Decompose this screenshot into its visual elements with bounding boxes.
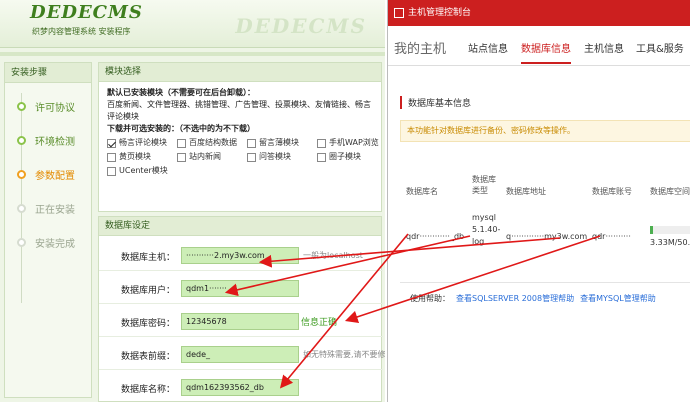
help-divider xyxy=(400,282,690,283)
col-db-address: 数据库地址 xyxy=(506,187,546,196)
db-space-cell: 3.33M/50.0M xyxy=(650,238,690,247)
db-name-row: 数据库名称： qdm162393562_db xyxy=(99,373,383,402)
checkbox-icon[interactable] xyxy=(317,152,326,162)
modules-title: 模块选择 xyxy=(99,63,381,82)
db-user-label: 数据库用户： xyxy=(120,286,175,296)
db-host-input[interactable]: ···········2.my3w.com xyxy=(181,247,299,264)
console-title: 主机管理控制台 xyxy=(408,8,472,18)
col-db-account: 数据库账号 xyxy=(592,187,632,196)
db-account-cell: qdr·········· xyxy=(592,232,631,241)
module-checkbox-yellowpages[interactable]: 黄页模块 xyxy=(107,151,177,163)
step-config: 参数配置 xyxy=(17,167,75,182)
module-checkbox-guestbook[interactable]: 留言薄模块 xyxy=(247,137,317,149)
header-divider xyxy=(0,52,385,56)
db-space-fill xyxy=(650,226,653,234)
db-password-row: 数据库密码： 12345678 信息正确 xyxy=(99,307,383,337)
default-modules-label: 默认已安装模块（不需要可在后台卸载）： xyxy=(107,88,255,97)
steps-title: 安装步骤 xyxy=(5,63,91,83)
db-type-cell: mysql 5.1.40-log xyxy=(472,213,501,246)
db-prefix-row: 数据表前缀： dede_ 如无特殊需要,请不要修改 xyxy=(99,340,385,370)
tab-my-host[interactable]: 我的主机 xyxy=(394,38,446,57)
steps-timeline xyxy=(21,93,22,303)
module-checkbox-wap[interactable]: 手机WAP浏览 xyxy=(317,137,379,149)
db-user-row: 数据库用户： qdm1······· xyxy=(99,274,383,304)
module-selection-panel: 模块选择 默认已安装模块（不需要可在后台卸载）： 百度新闻、文件管理器、挑错管理… xyxy=(98,62,382,212)
db-user-input[interactable]: qdm1······· xyxy=(181,280,299,297)
checkbox-icon[interactable] xyxy=(177,152,186,162)
host-console-window: 主机管理控制台 我的主机 站点信息 数据库信息 主机信息 工具&服务 数据库基本… xyxy=(387,0,690,402)
db-settings-title: 数据库设定 xyxy=(99,217,381,236)
db-host-row: 数据库主机： ···········2.my3w.com 一般为localhos… xyxy=(99,241,383,271)
step-installing: 正在安装 xyxy=(17,201,75,216)
db-password-label: 数据库密码： xyxy=(120,319,175,329)
optional-modules-label: 下载并可选安装的：（不选中的为不下载） xyxy=(107,124,255,133)
module-checkbox-qa[interactable]: 问答模块 xyxy=(247,151,317,163)
checkbox-checked-icon[interactable] xyxy=(107,138,116,148)
tab-site-info[interactable]: 站点信息 xyxy=(468,40,508,55)
module-checkbox-circle[interactable]: 圈子模块 xyxy=(317,151,377,163)
install-steps-panel: 安装步骤 许可协议 环境检测 参数配置 正在安装 安装完成 xyxy=(4,62,92,398)
database-settings-panel: 数据库设定 数据库主机： ···········2.my3w.com 一般为lo… xyxy=(98,216,385,402)
db-password-ok: 信息正确 xyxy=(301,318,338,328)
checkbox-icon[interactable] xyxy=(247,152,256,162)
db-space-bar xyxy=(650,226,690,234)
step-license: 许可协议 xyxy=(17,99,75,114)
console-tabs: 我的主机 站点信息 数据库信息 主机信息 工具&服务 xyxy=(388,26,690,66)
col-db-name: 数据库名 xyxy=(406,187,438,196)
tab-database-info[interactable]: 数据库信息 xyxy=(521,40,571,64)
tab-tools-services[interactable]: 工具&服务 xyxy=(636,40,684,55)
step-dot-icon xyxy=(17,204,26,213)
installer-window: DEDECMS 织梦内容管理系统 安装程序 DEDECMS 安装步骤 许可协议 … xyxy=(0,0,385,402)
db-name-cell: qdr············_db xyxy=(406,232,465,241)
help-mysql-link[interactable]: 查看MYSQL管理帮助 xyxy=(580,294,656,303)
dedecms-logo: DEDECMS xyxy=(30,2,143,23)
db-notice: 本功能针对数据库进行备份、密码修改等操作。 xyxy=(400,120,690,142)
db-prefix-input[interactable]: dede_ xyxy=(181,346,299,363)
step-env-check: 环境检测 xyxy=(17,133,75,148)
db-prefix-hint: 如无特殊需要,请不要修改 xyxy=(303,350,385,359)
checkbox-icon[interactable] xyxy=(107,166,116,176)
help-sqlserver-link[interactable]: 查看SQLSERVER 2008管理帮助 xyxy=(456,294,574,303)
step-dot-icon xyxy=(17,102,26,111)
step-dot-icon xyxy=(17,238,26,247)
step-dot-icon xyxy=(17,170,26,179)
header-watermark: DEDECMS xyxy=(235,14,367,38)
db-address-cell: q·············my3w.com xyxy=(506,232,588,241)
console-logo-icon xyxy=(394,8,404,18)
module-checkbox-baidu-struct[interactable]: 百度结构数据 xyxy=(177,137,247,149)
installer-subtitle: 织梦内容管理系统 安装程序 xyxy=(32,27,131,36)
db-host-label: 数据库主机： xyxy=(120,253,175,263)
checkbox-icon[interactable] xyxy=(107,152,116,162)
checkbox-icon[interactable] xyxy=(247,138,256,148)
col-db-space: 数据库空间 xyxy=(650,187,690,196)
db-host-hint: 一般为localhost xyxy=(303,251,363,260)
help-row: 使用帮助： 查看SQLSERVER 2008管理帮助 查看MYSQL管理帮助 xyxy=(410,293,656,304)
db-password-input[interactable]: 12345678 xyxy=(181,313,299,330)
db-name-label: 数据库名称： xyxy=(120,385,175,395)
installer-header: DEDECMS 织梦内容管理系统 安装程序 DEDECMS xyxy=(0,0,385,48)
col-db-type: 数据库类型 xyxy=(472,175,496,195)
db-basic-info-heading: 数据库基本信息 xyxy=(400,96,471,109)
default-modules-list: 百度新闻、文件管理器、挑错管理、广告管理、投票模块、友情链接、畅言评论模块 xyxy=(107,100,371,121)
tab-host-info[interactable]: 主机信息 xyxy=(584,40,624,55)
db-prefix-label: 数据表前缀： xyxy=(120,352,175,362)
module-checkbox-changyan[interactable]: 畅言评论模块 xyxy=(107,137,177,149)
console-topbar: 主机管理控制台 xyxy=(388,0,690,26)
checkbox-icon[interactable] xyxy=(317,138,326,148)
db-name-input[interactable]: qdm162393562_db xyxy=(181,379,299,396)
checkbox-icon[interactable] xyxy=(177,138,186,148)
module-checkbox-ucenter[interactable]: UCenter模块 xyxy=(107,165,177,177)
help-label: 使用帮助： xyxy=(410,294,450,303)
module-checkbox-site-news[interactable]: 站内新闻 xyxy=(177,151,247,163)
step-finish: 安装完成 xyxy=(17,235,75,250)
step-dot-icon xyxy=(17,136,26,145)
optional-modules-grid: 畅言评论模块 百度结构数据 留言薄模块 手机WAP浏览 黄页模块 站内新闻 问答… xyxy=(107,137,379,177)
